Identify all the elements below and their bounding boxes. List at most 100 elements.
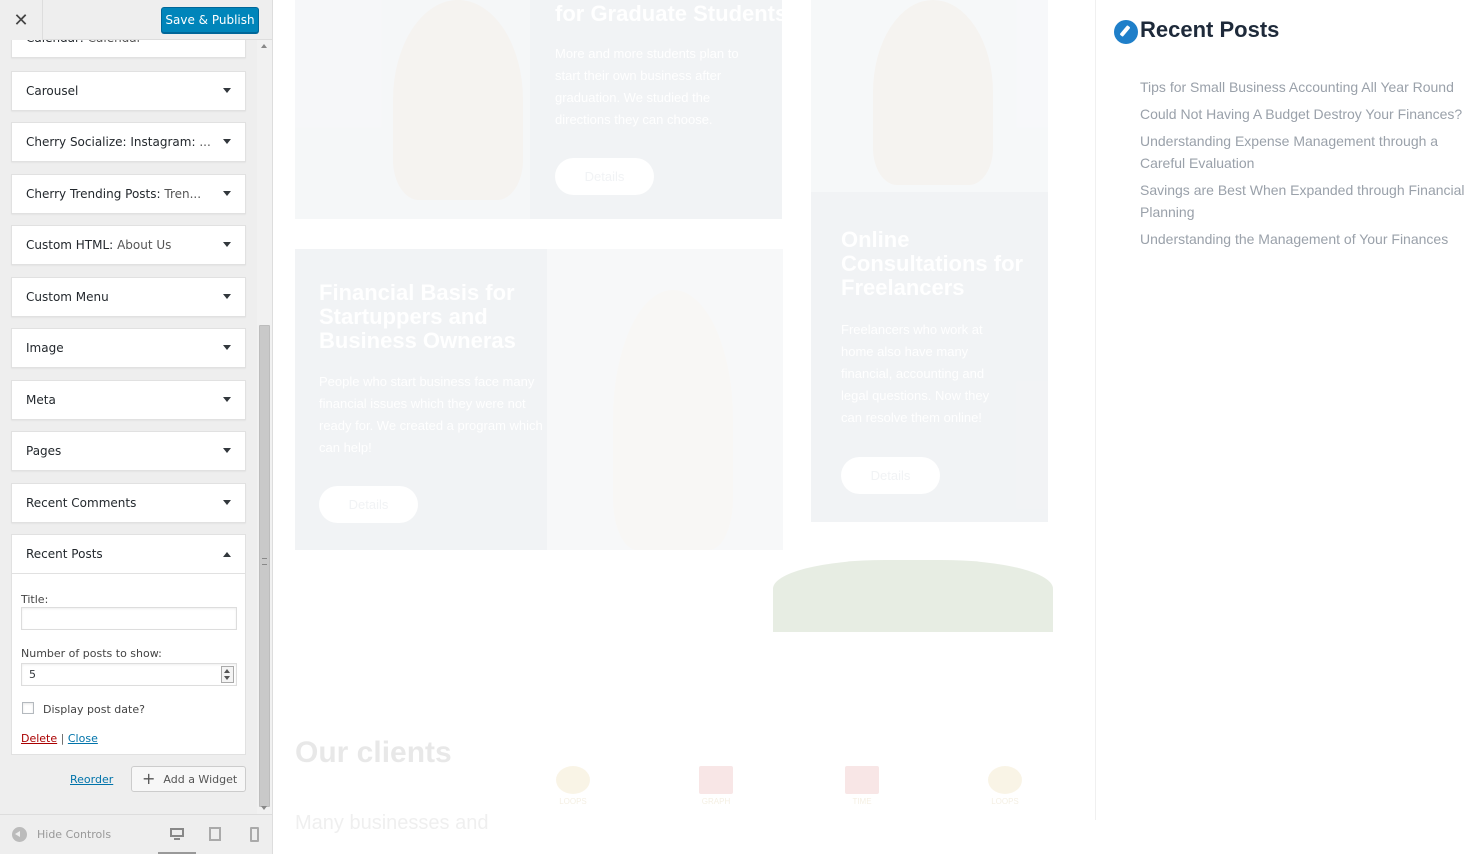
widget-custom-menu[interactable]: Custom Menu [11, 277, 246, 317]
recent-post-link[interactable]: Savings are Best When Expanded through F… [1140, 179, 1470, 223]
card-text: People who start business face many fina… [319, 374, 543, 455]
widget-custom-html[interactable]: Custom HTML: About Us [11, 225, 246, 265]
customizer-header: ✕ Save & Publish [0, 0, 272, 40]
mobile-preview-icon[interactable] [248, 826, 264, 842]
client-logo: LOOPS [549, 766, 597, 806]
widget-carousel[interactable]: Carousel [11, 71, 246, 111]
recent-posts-list: Tips for Small Business Accounting All Y… [1140, 76, 1470, 255]
widget-name: Cherry Trending Posts: [26, 187, 161, 201]
card-text: More and more students plan to start the… [555, 46, 739, 127]
recent-post-link[interactable]: Understanding the Management of Your Fin… [1140, 228, 1470, 250]
widget-name: Recent Posts [26, 547, 103, 561]
expand-arrow-icon[interactable] [223, 88, 231, 93]
card-details-button[interactable]: Details [319, 486, 418, 523]
collapse-arrow-icon[interactable] [223, 552, 231, 557]
expand-arrow-icon[interactable] [223, 191, 231, 196]
widget-name: Recent Comments [26, 496, 137, 510]
close-icon: ✕ [13, 9, 29, 31]
number-stepper-icon[interactable] [221, 666, 234, 683]
loops-logo-icon [988, 766, 1022, 794]
widget-actions: Delete | Close [21, 732, 98, 745]
widget-list-scrollbar[interactable] [257, 40, 272, 814]
expand-arrow-icon[interactable] [223, 500, 231, 505]
display-post-date-checkbox[interactable] [22, 702, 34, 714]
card-details-button[interactable]: Details [841, 457, 940, 494]
expand-arrow-icon[interactable] [223, 139, 231, 144]
hide-controls-button[interactable]: Hide Controls [12, 827, 111, 842]
reorder-link[interactable]: Reorder [70, 773, 113, 786]
number-of-posts-input[interactable]: 5 [21, 663, 237, 686]
scroll-grip-icon [262, 558, 267, 565]
close-customizer-button[interactable]: ✕ [0, 0, 43, 40]
widget-name: Custom Menu [26, 290, 109, 304]
widget-meta[interactable]: Meta [11, 380, 246, 420]
widget-list: Calendar: Calendar Carousel Cherry Socia… [0, 0, 258, 820]
widget-recent-posts: Recent Posts Title: Number of posts to s… [11, 534, 246, 755]
title-label: Title: [21, 593, 49, 606]
card-photo-person [873, 0, 993, 185]
scroll-thumb[interactable] [259, 325, 270, 807]
add-widget-label: Add a Widget [163, 772, 238, 786]
client-logo: TIME [838, 766, 886, 806]
scroll-down-arrow-icon[interactable] [261, 806, 267, 810]
clients-text: Many businesses and [295, 812, 489, 834]
hide-controls-label: Hide Controls [37, 828, 112, 841]
faded-content: for Graduate Students More and more stud… [273, 0, 1095, 854]
widget-form: Title: Number of posts to show: 5 Displa… [12, 575, 245, 755]
card-title: for Graduate Students [555, 1, 788, 26]
save-publish-button[interactable]: Save & Publish [161, 7, 259, 33]
widget-cherry-trending-posts[interactable]: Cherry Trending Posts: Tren... [11, 174, 246, 214]
clients-heading: Our clients [295, 736, 452, 769]
widget-name: Pages [26, 444, 62, 458]
graph-logo-icon [699, 766, 733, 794]
widget-pages[interactable]: Pages [11, 431, 246, 471]
expand-arrow-icon[interactable] [223, 448, 231, 453]
widget-name: Custom HTML: [26, 238, 114, 252]
site-preview: for Graduate Students More and more stud… [273, 0, 1471, 854]
expand-arrow-icon[interactable] [223, 294, 231, 299]
card-title: Online Consultations for Freelancers [841, 227, 1024, 300]
title-input[interactable] [21, 607, 237, 630]
tablet-preview-icon[interactable] [208, 826, 224, 842]
decorative-plant [773, 560, 1053, 632]
widget-name: Image [26, 341, 64, 355]
number-value: 5 [29, 668, 36, 681]
card-photo-person [613, 290, 733, 550]
card-details-button[interactable]: Details [555, 158, 654, 195]
customizer-panel: Calendar: Calendar Carousel Cherry Socia… [0, 0, 273, 854]
desktop-preview-icon[interactable] [169, 826, 185, 842]
number-of-posts-label: Number of posts to show: [21, 647, 162, 660]
recent-posts-sidebar-widget: Recent Posts Tips for Small Business Acc… [1095, 0, 1471, 820]
card-photo-person [393, 0, 523, 200]
widget-name: Carousel [26, 84, 79, 98]
card-text: Freelancers who work at home also have m… [841, 322, 990, 425]
time-logo-icon [845, 766, 879, 794]
expand-arrow-icon[interactable] [223, 397, 231, 402]
recent-post-link[interactable]: Tips for Small Business Accounting All Y… [1140, 76, 1470, 98]
action-separator: | [60, 732, 65, 745]
delete-link[interactable]: Delete [21, 732, 57, 745]
card-title: Financial Basis for Startuppers and Busi… [319, 280, 516, 353]
widget-subtitle: ... [199, 135, 211, 149]
edit-shortcut-pencil-icon[interactable] [1114, 20, 1138, 44]
recent-post-link[interactable]: Could Not Having A Budget Destroy Your F… [1140, 103, 1470, 125]
expand-arrow-icon[interactable] [223, 242, 231, 247]
widget-recent-posts-header[interactable]: Recent Posts [12, 535, 245, 574]
expand-arrow-icon[interactable] [223, 345, 231, 350]
loops-logo-icon [556, 766, 590, 794]
display-post-date-label: Display post date? [43, 703, 145, 716]
add-widget-button[interactable]: + Add a Widget [131, 766, 246, 792]
recent-post-link[interactable]: Understanding Expense Management through… [1140, 130, 1470, 174]
widget-cherry-socialize-instagram[interactable]: Cherry Socialize: Instagram: ... [11, 122, 246, 162]
client-logo: LOOPS [981, 766, 1029, 806]
scroll-up-arrow-icon[interactable] [261, 44, 267, 48]
close-link[interactable]: Close [68, 732, 98, 745]
customizer-footer: Hide Controls [0, 814, 272, 854]
widget-name: Meta [26, 393, 56, 407]
widget-recent-comments[interactable]: Recent Comments [11, 483, 246, 523]
widget-image[interactable]: Image [11, 328, 246, 368]
collapse-arrow-circle-icon [12, 827, 27, 842]
widget-subtitle: Tren... [164, 187, 202, 201]
client-logo: GRAPH [692, 766, 740, 806]
widget-subtitle: About Us [117, 238, 172, 252]
